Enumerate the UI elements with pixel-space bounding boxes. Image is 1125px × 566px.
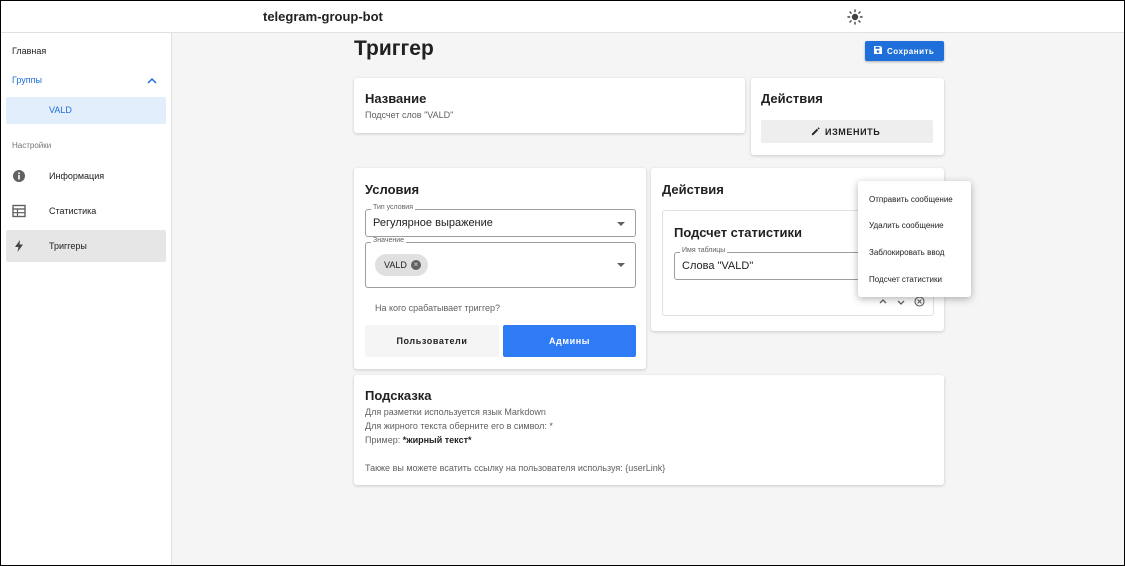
name-value: Подсчет слов "VALD"	[365, 110, 454, 120]
admins-button[interactable]: Админы	[503, 325, 636, 357]
value-chip[interactable]: VALD ×	[375, 254, 428, 276]
condition-type-select[interactable]: Тип условия Регулярное выражение	[365, 204, 636, 237]
trigger-target-label: На кого срабатывает триггер?	[375, 303, 501, 313]
sidebar-item-label: Группы	[12, 75, 42, 85]
app-title: telegram-group-bot	[263, 9, 383, 24]
stat-action-title: Подсчет статистики	[674, 225, 802, 240]
condition-type-label: Тип условия	[371, 204, 416, 211]
sidebar: Главная Группы VALD Настройки Информация	[1, 33, 172, 565]
sidebar-section-settings: Настройки	[12, 141, 52, 150]
move-down-icon[interactable]	[896, 297, 906, 307]
users-button-label: Пользователи	[396, 336, 468, 346]
info-icon	[13, 170, 25, 182]
menu-item-count-stats[interactable]: Подсчет статистики	[869, 275, 942, 284]
hint-line: Для жирного текста оберните его в символ…	[365, 421, 553, 431]
add-action-menu: Отправить сообщение Удалить сообщение За…	[858, 181, 971, 297]
hint-example-prefix: Пример:	[365, 435, 403, 445]
name-heading: Название	[365, 91, 427, 106]
sidebar-item-groups[interactable]: Группы	[6, 67, 166, 94]
condition-value-select[interactable]: Значение VALD ×	[365, 237, 636, 288]
sidebar-item-label: Информация	[49, 171, 105, 181]
hint-card: Подсказка Для разметки используется язык…	[354, 375, 944, 485]
table-name-value: Слова "VALD"	[682, 260, 754, 272]
actions-summary-card: Действия ИЗМЕНИТЬ	[751, 78, 944, 155]
edit-button[interactable]: ИЗМЕНИТЬ	[761, 120, 933, 143]
dropdown-arrow-icon	[617, 222, 625, 226]
save-button[interactable]: Сохранить	[865, 41, 944, 61]
sidebar-item-vald[interactable]: VALD	[6, 97, 166, 124]
admins-button-label: Админы	[548, 336, 591, 346]
menu-item-delete-message[interactable]: Удалить сообщение	[869, 221, 944, 230]
hint-example: Пример: *жирный текст*	[365, 435, 472, 445]
condition-type-value: Регулярное выражение	[373, 217, 493, 229]
move-up-icon[interactable]	[878, 297, 888, 307]
users-button[interactable]: Пользователи	[365, 325, 499, 357]
sidebar-item-stats[interactable]: Статистика	[6, 198, 166, 225]
hint-line: Для разметки используется язык Markdown	[365, 407, 546, 417]
page-title: Триггер	[354, 37, 434, 60]
sidebar-item-info[interactable]: Информация	[6, 163, 166, 190]
save-icon	[874, 46, 882, 54]
sidebar-item-triggers[interactable]: Триггеры	[6, 230, 166, 262]
sidebar-item-home[interactable]: Главная	[6, 38, 166, 65]
menu-item-send-message[interactable]: Отправить сообщение	[869, 195, 953, 204]
table-name-field[interactable]: Имя таблицы Слова "VALD"	[674, 247, 866, 280]
sidebar-item-label: Главная	[12, 46, 47, 56]
chip-label: VALD	[384, 260, 407, 270]
name-card: Название Подсчет слов "VALD"	[354, 78, 745, 133]
table-name-label: Имя таблицы	[680, 247, 728, 254]
hint-heading: Подсказка	[365, 388, 432, 403]
menu-item-block-input[interactable]: Заблокировать ввод	[869, 248, 944, 257]
sidebar-item-label: VALD	[49, 105, 72, 115]
sidebar-item-label: Триггеры	[49, 241, 87, 251]
chip-remove-icon[interactable]: ×	[411, 260, 421, 270]
chevron-up-icon	[147, 77, 157, 84]
sun-icon[interactable]	[847, 9, 863, 25]
actions-list-heading: Действия	[662, 182, 724, 197]
top-bar: telegram-group-bot	[1, 1, 1124, 33]
hint-example-bold: *жирный текст*	[402, 435, 472, 445]
dropdown-arrow-icon	[617, 263, 625, 267]
remove-action-icon[interactable]	[914, 296, 925, 307]
sidebar-item-label: Статистика	[49, 206, 97, 216]
conditions-card: Условия Тип условия Регулярное выражение…	[354, 168, 646, 369]
edit-button-label: ИЗМЕНИТЬ	[825, 127, 881, 137]
table-chart-icon	[12, 204, 26, 218]
actions-heading: Действия	[761, 91, 823, 106]
pencil-icon	[811, 127, 820, 136]
app-window: telegram-group-bot Главная Группы VALD Н…	[0, 0, 1125, 566]
save-button-label: Сохранить	[887, 47, 935, 56]
condition-value-label: Значение	[371, 237, 407, 244]
conditions-heading: Условия	[365, 182, 420, 197]
hint-line: Также вы можете всатить ссылку на пользо…	[365, 463, 666, 473]
bolt-icon	[15, 240, 23, 252]
